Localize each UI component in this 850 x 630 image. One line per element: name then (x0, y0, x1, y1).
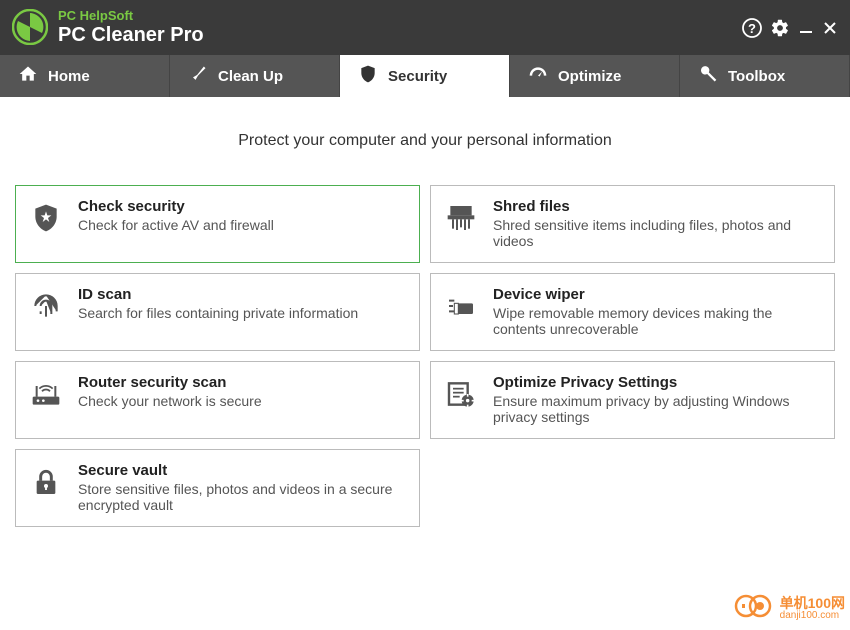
home-icon (18, 64, 38, 88)
app-logo-icon (12, 9, 48, 45)
card-check-security[interactable]: Check security Check for active AV and f… (15, 185, 420, 263)
watermark: 单机100网 danji100.com (734, 592, 845, 625)
tab-label: Security (388, 68, 447, 85)
minimize-icon[interactable] (798, 20, 814, 36)
fingerprint-icon (30, 290, 62, 322)
card-shred-files[interactable]: Shred files Shred sensitive items includ… (430, 185, 835, 263)
card-title: Device wiper (493, 286, 820, 303)
svg-text:?: ? (748, 21, 756, 36)
card-desc: Shred sensitive items including files, p… (493, 217, 820, 249)
tools-icon (698, 64, 718, 88)
card-title: Secure vault (78, 462, 405, 479)
product-name: PC Cleaner Pro (58, 24, 204, 46)
main-nav: Home Clean Up Security Optimize Toolbox (0, 55, 850, 97)
tab-label: Optimize (558, 68, 621, 85)
privacy-settings-icon (445, 378, 477, 410)
shield-icon (358, 64, 378, 88)
card-title: Shred files (493, 198, 820, 215)
card-desc: Wipe removable memory devices making the… (493, 305, 820, 337)
content-area: Protect your computer and your personal … (0, 97, 850, 542)
tab-home[interactable]: Home (0, 55, 170, 97)
card-desc: Check your network is secure (78, 393, 405, 409)
tab-label: Clean Up (218, 68, 283, 85)
card-desc: Store sensitive files, photos and videos… (78, 481, 405, 513)
card-title: ID scan (78, 286, 405, 303)
window-controls: ? (742, 18, 838, 38)
watermark-logo-icon (734, 592, 774, 625)
lock-icon (30, 466, 62, 498)
tab-label: Home (48, 68, 90, 85)
tab-label: Toolbox (728, 68, 785, 85)
help-icon[interactable]: ? (742, 18, 762, 38)
gauge-icon (528, 64, 548, 88)
watermark-url: danji100.com (780, 610, 845, 621)
page-headline: Protect your computer and your personal … (15, 132, 835, 150)
logo-area: PC HelpSoft PC Cleaner Pro (12, 9, 204, 45)
shield-star-icon (30, 202, 62, 234)
tab-security[interactable]: Security (340, 55, 510, 97)
card-title: Optimize Privacy Settings (493, 374, 820, 391)
close-icon[interactable] (822, 20, 838, 36)
tab-cleanup[interactable]: Clean Up (170, 55, 340, 97)
title-bar: PC HelpSoft PC Cleaner Pro ? (0, 0, 850, 55)
card-grid: Check security Check for active AV and f… (15, 185, 835, 527)
watermark-title: 单机100网 (780, 596, 845, 610)
card-title: Router security scan (78, 374, 405, 391)
card-id-scan[interactable]: ID scan Search for files containing priv… (15, 273, 420, 351)
card-device-wiper[interactable]: Device wiper Wipe removable memory devic… (430, 273, 835, 351)
router-icon (30, 378, 62, 410)
broom-icon (188, 64, 208, 88)
card-router-scan[interactable]: Router security scan Check your network … (15, 361, 420, 439)
shredder-icon (445, 202, 477, 234)
card-title: Check security (78, 198, 405, 215)
card-desc: Ensure maximum privacy by adjusting Wind… (493, 393, 820, 425)
logo-text: PC HelpSoft PC Cleaner Pro (58, 9, 204, 45)
tab-optimize[interactable]: Optimize (510, 55, 680, 97)
device-wiper-icon (445, 290, 477, 322)
settings-icon[interactable] (770, 18, 790, 38)
brand-name: PC HelpSoft (58, 9, 204, 23)
tab-toolbox[interactable]: Toolbox (680, 55, 850, 97)
card-desc: Check for active AV and firewall (78, 217, 405, 233)
card-secure-vault[interactable]: Secure vault Store sensitive files, phot… (15, 449, 420, 527)
card-desc: Search for files containing private info… (78, 305, 405, 321)
card-privacy-settings[interactable]: Optimize Privacy Settings Ensure maximum… (430, 361, 835, 439)
